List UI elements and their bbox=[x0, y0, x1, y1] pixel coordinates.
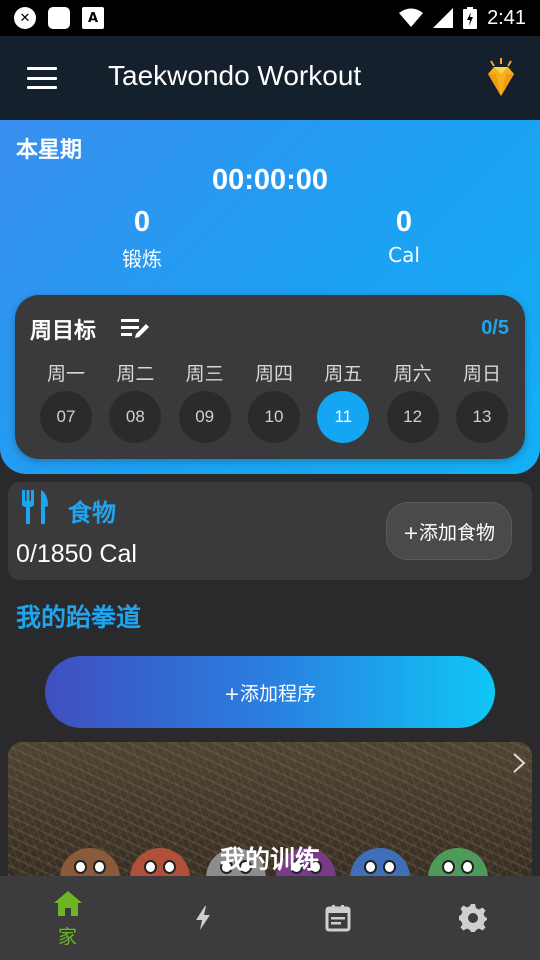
week-day: 周四 10 bbox=[247, 359, 301, 443]
home-icon bbox=[53, 890, 82, 916]
wifi-icon bbox=[399, 8, 424, 27]
nav-workouts[interactable] bbox=[135, 876, 270, 960]
week-day: 周三 09 bbox=[178, 359, 232, 443]
nav-plan[interactable] bbox=[270, 876, 405, 960]
fork-knife-icon bbox=[22, 490, 48, 524]
week-day-date-button[interactable]: 13 bbox=[455, 391, 508, 443]
add-food-button[interactable]: +添加食物 bbox=[386, 502, 512, 560]
week-day-name: 周一 bbox=[46, 363, 85, 385]
bottom-navigation: 家 bbox=[0, 876, 540, 960]
calorie-stat: 0 Cal bbox=[334, 206, 474, 267]
week-day: 周五 11 bbox=[316, 359, 370, 443]
week-day-name: 周日 bbox=[462, 363, 501, 385]
workout-timer: 00:00:00 bbox=[211, 164, 329, 196]
app-title: Taekwondo Workout bbox=[108, 60, 362, 91]
workout-label: 锻炼 bbox=[122, 247, 162, 271]
premium-diamond-icon[interactable] bbox=[478, 56, 524, 102]
week-day-date-button[interactable]: 07 bbox=[40, 391, 92, 443]
week-day: 周六 12 bbox=[386, 359, 440, 443]
add-program-button[interactable]: +添加程序 bbox=[45, 656, 495, 728]
app-bar: Taekwondo Workout bbox=[0, 36, 540, 120]
signal-icon bbox=[433, 8, 454, 28]
week-day-name: 周二 bbox=[116, 363, 155, 385]
chevron-right-icon bbox=[513, 753, 526, 773]
week-day-name: 周六 bbox=[393, 363, 432, 385]
square-app-icon bbox=[48, 7, 70, 29]
my-training-title: 我的训练 bbox=[219, 845, 320, 874]
week-day-date-button[interactable]: 10 bbox=[247, 391, 300, 443]
calendar-icon bbox=[325, 905, 350, 932]
lightning-icon bbox=[195, 906, 210, 930]
calorie-label: Cal bbox=[388, 243, 420, 267]
weekly-goal-card: 周目标 0/5 周一 07 周二 08 周三 09 周四 10 周五 11 周六 12 周日 13 bbox=[15, 295, 525, 459]
hamburger-menu-icon[interactable] bbox=[27, 67, 57, 89]
workout-stat: 0 锻炼 bbox=[72, 206, 212, 272]
week-day: 周二 08 bbox=[108, 359, 162, 443]
nav-home-label: 家 bbox=[57, 925, 77, 948]
weekly-goal-progress: 0/5 bbox=[481, 317, 509, 339]
gear-icon bbox=[458, 904, 487, 932]
week-day: 周一 07 bbox=[39, 359, 93, 443]
week-day-name: 周五 bbox=[324, 363, 363, 385]
weekly-summary-panel: 本星期 00:00:00 0 锻炼 0 Cal 周目标 0/5 周一 07 周二 08… bbox=[0, 120, 540, 474]
workout-count: 0 bbox=[133, 206, 151, 238]
food-card: 食物 0/1850 Cal +添加食物 bbox=[8, 482, 532, 580]
week-day-name: 周四 bbox=[254, 363, 293, 385]
status-time: 2:41 bbox=[487, 6, 526, 29]
shield-x-icon: ✕ bbox=[14, 7, 36, 29]
calorie-count: 0 bbox=[395, 206, 413, 238]
this-week-label: 本星期 bbox=[16, 138, 83, 163]
my-training-card[interactable]: 我的训练 bbox=[8, 742, 532, 876]
battery-icon bbox=[463, 7, 478, 29]
food-calories: 0/1850 Cal bbox=[16, 540, 137, 568]
nav-settings[interactable] bbox=[405, 876, 540, 960]
week-day-date-button[interactable]: 11 bbox=[317, 391, 370, 443]
edit-list-icon[interactable] bbox=[121, 316, 151, 340]
week-day-date-button[interactable]: 08 bbox=[109, 391, 162, 443]
week-day-date-button[interactable]: 12 bbox=[386, 391, 439, 443]
font-a-icon: A bbox=[82, 7, 104, 29]
status-bar: ✕ A 2:41 bbox=[0, 0, 540, 36]
week-day-date-button[interactable]: 09 bbox=[178, 391, 231, 443]
week-day-name: 周三 bbox=[185, 363, 224, 385]
week-day-list: 周一 07 周二 08 周三 09 周四 10 周五 11 周六 12 周日 13 bbox=[29, 359, 519, 443]
week-day: 周日 13 bbox=[455, 359, 509, 443]
nav-home[interactable]: 家 bbox=[0, 876, 135, 960]
my-taekwondo-heading: 我的跆拳道 bbox=[16, 603, 142, 632]
weekly-goal-title: 周目标 bbox=[30, 319, 97, 344]
food-title: 食物 bbox=[68, 499, 116, 527]
